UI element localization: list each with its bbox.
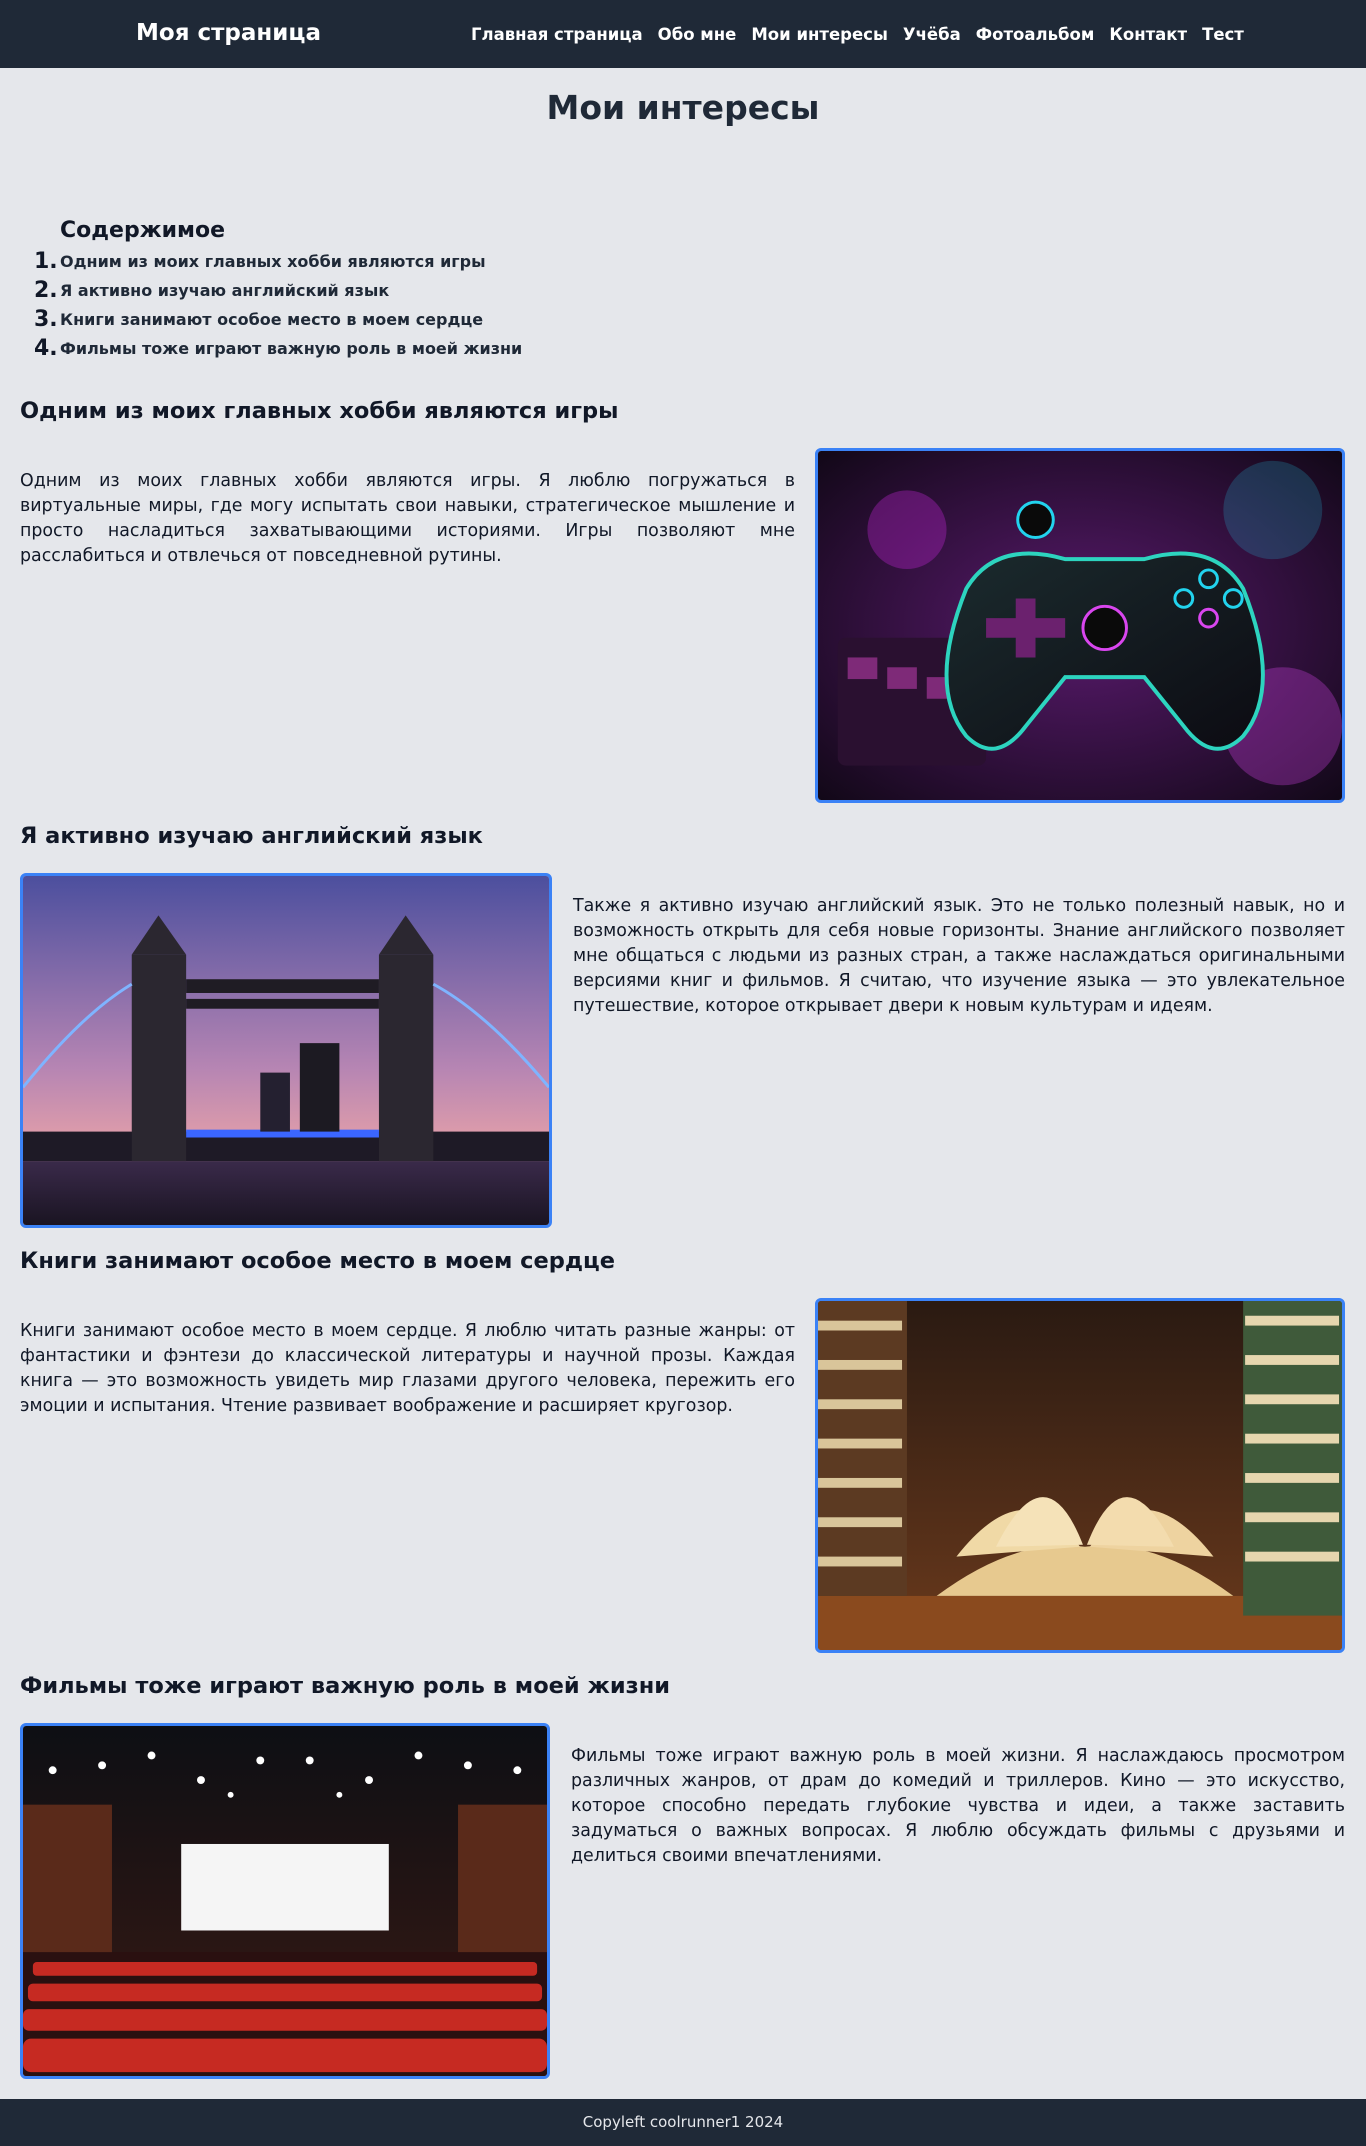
section-text-books: Книги занимают особое место в моем сердц…: [20, 1321, 795, 1416]
toc-link-movies[interactable]: Фильмы тоже играют важную роль в моей жи…: [60, 339, 522, 358]
tower-bridge-image: [20, 873, 552, 1228]
toc-link-games[interactable]: Одним из моих главных хобби являются игр…: [60, 252, 486, 271]
toc-link-english[interactable]: Я активно изучаю английский язык: [60, 281, 389, 300]
nav-study[interactable]: Учёба: [903, 25, 961, 44]
toc-link-books[interactable]: Книги занимают особое место в моем сердц…: [60, 310, 483, 329]
toc-item: 3. Книги занимают особое место в моем сер…: [34, 305, 660, 334]
toc-item-number: 2.: [34, 278, 58, 303]
nav-interests[interactable]: Мои интересы: [751, 25, 887, 44]
toc-item-number: 3.: [34, 307, 58, 332]
table-of-contents: Содержимое 1. Одним из моих главных хобби…: [34, 218, 660, 363]
books-image: [815, 1298, 1345, 1653]
section-title-games: Одним из моих главных хобби являются игр…: [20, 398, 619, 424]
toc-title: Содержимое: [60, 218, 226, 243]
site-footer: Copyleft coolrunner1 2024: [0, 2099, 1366, 2146]
nav-test[interactable]: Тест: [1202, 25, 1244, 44]
page-title: Мои интересы: [546, 88, 820, 127]
toc-list: 1. Одним из моих главных хобби являются и…: [34, 247, 660, 363]
section-text-english: Также я активно изучаю английский язык. …: [573, 896, 1345, 1016]
nav-contact[interactable]: Контакт: [1109, 25, 1187, 44]
toc-item-number: 4.: [34, 336, 58, 361]
gamepad-image: [815, 448, 1345, 803]
main-nav: Главная страница Обо мне Мои интересы Уч…: [471, 0, 1244, 68]
nav-photo-album[interactable]: Фотоальбом: [976, 25, 1095, 44]
section-title-books: Книги занимают особое место в моем сердц…: [20, 1248, 615, 1274]
footer-copyright: Copyleft coolrunner1 2024: [582, 2113, 784, 2131]
toc-item-number: 1.: [34, 249, 58, 274]
cinema-hall-image: [20, 1723, 550, 2079]
section-title-movies: Фильмы тоже играют важную роль в моей жи…: [20, 1673, 671, 1699]
toc-item: 2. Я активно изучаю английский язык: [34, 276, 660, 305]
toc-item: 1. Одним из моих главных хобби являются и…: [34, 247, 660, 276]
toc-item: 4. Фильмы тоже играют важную роль в моей …: [34, 334, 660, 363]
section-text-movies: Фильмы тоже играют важную роль в моей жи…: [571, 1746, 1345, 1866]
nav-about[interactable]: Обо мне: [658, 25, 737, 44]
site-header: Моя страница Главная страница Обо мне Мо…: [0, 0, 1366, 68]
site-brand[interactable]: Моя страница: [136, 0, 321, 68]
section-title-english: Я активно изучаю английский язык: [20, 823, 483, 849]
nav-home[interactable]: Главная страница: [471, 25, 643, 44]
section-text-games: Одним из моих главных хобби являются игр…: [20, 471, 795, 566]
